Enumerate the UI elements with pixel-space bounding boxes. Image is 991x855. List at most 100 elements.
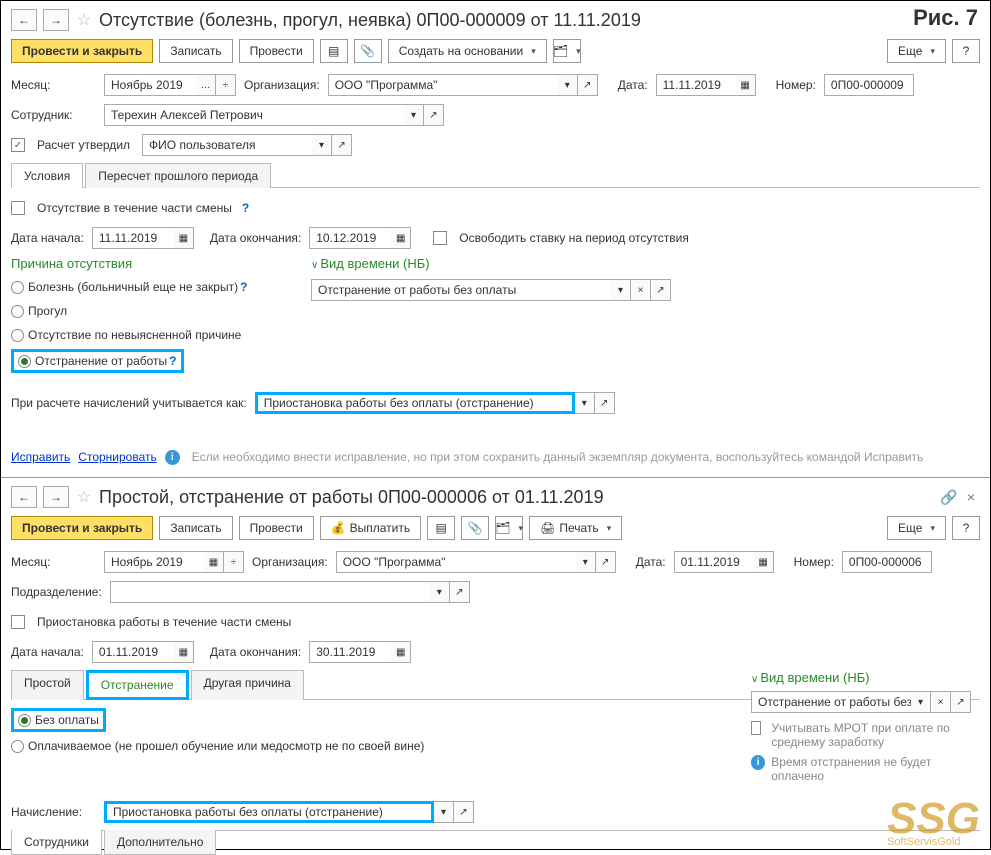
star-icon[interactable]: ☆	[75, 488, 93, 506]
org-input[interactable]: ООО "Программа"	[328, 74, 558, 96]
print-button[interactable]: 🖨Печать	[529, 516, 622, 540]
time-type-input[interactable]: Отстранение от работы без оплаты	[311, 279, 611, 301]
approver-input[interactable]: ФИО пользователя	[142, 134, 312, 156]
employee-dropdown[interactable]: ▾	[404, 104, 424, 126]
report-icon-button[interactable]: ▤	[320, 39, 348, 63]
save-button[interactable]: Записать	[159, 39, 232, 63]
more-button[interactable]: Еще	[887, 516, 946, 540]
tab-recalc[interactable]: Пересчет прошлого периода	[85, 163, 271, 188]
employee-input[interactable]: Терехин Алексей Петрович	[104, 104, 404, 126]
nav-forward-button[interactable]: →	[43, 9, 69, 31]
reverse-link[interactable]: Сторнировать	[78, 450, 156, 464]
nav-forward-button[interactable]: →	[43, 486, 69, 508]
reason-unknown-radio[interactable]	[11, 329, 24, 342]
org-input[interactable]: ООО "Программа"	[336, 551, 576, 573]
reason-suspension-radio[interactable]	[18, 355, 31, 368]
date-end-calendar[interactable]: ▦	[391, 641, 411, 663]
time-type-open[interactable]: ↗	[651, 279, 671, 301]
time-type-open[interactable]: ↗	[951, 691, 971, 713]
tab-other[interactable]: Другая причина	[191, 670, 304, 700]
folder-icon-button[interactable]: 🗂	[495, 516, 523, 540]
calc-as-open[interactable]: ↗	[595, 392, 615, 414]
link-icon[interactable]: 🔗	[940, 488, 958, 506]
org-open[interactable]: ↗	[596, 551, 616, 573]
nav-back-button[interactable]: ←	[11, 486, 37, 508]
number-input[interactable]: 0П00-000009	[824, 74, 914, 96]
approved-checkbox[interactable]: ✓	[11, 138, 25, 152]
date-start-calendar[interactable]: ▦	[174, 227, 194, 249]
tab-suspension[interactable]: Отстранение	[86, 670, 189, 700]
date-start-input[interactable]: 11.11.2019	[92, 227, 174, 249]
accrual-input[interactable]: Приостановка работы без оплаты (отстране…	[104, 801, 434, 823]
more-button[interactable]: Еще	[887, 39, 946, 63]
calc-as-dropdown[interactable]: ▾	[575, 392, 595, 414]
dept-dropdown[interactable]: ▾	[430, 581, 450, 603]
number-input[interactable]: 0П00-000006	[842, 551, 932, 573]
attach-icon-button[interactable]: 📎	[354, 39, 382, 63]
help-icon[interactable]: ?	[242, 201, 249, 215]
month-stepper[interactable]: ÷	[216, 74, 236, 96]
date-start-calendar[interactable]: ▦	[174, 641, 194, 663]
calc-as-input[interactable]: Приостановка работы без оплаты (отстране…	[255, 392, 575, 414]
date-end-input[interactable]: 30.11.2019	[309, 641, 391, 663]
month-input[interactable]: Ноябрь 2019	[104, 74, 196, 96]
date-end-input[interactable]: 10.12.2019	[309, 227, 391, 249]
report-icon-button[interactable]: ▤	[427, 516, 455, 540]
reason-absence-radio[interactable]	[11, 305, 24, 318]
help-icon[interactable]: ?	[240, 280, 247, 294]
reason-illness-radio[interactable]	[11, 281, 24, 294]
time-type-dropdown[interactable]: ▾	[911, 691, 931, 713]
dept-open[interactable]: ↗	[450, 581, 470, 603]
folder-icon-button[interactable]: 🗂	[553, 39, 581, 63]
date-calendar[interactable]: ▦	[754, 551, 774, 573]
attach-icon-button[interactable]: 📎	[461, 516, 489, 540]
free-rate-checkbox[interactable]	[433, 231, 447, 245]
post-and-close-button[interactable]: Провести и закрыть	[11, 516, 153, 540]
org-dropdown[interactable]: ▾	[558, 74, 578, 96]
approver-open[interactable]: ↗	[332, 134, 352, 156]
month-choose-button[interactable]: …	[196, 74, 216, 96]
pay-button[interactable]: 💰Выплатить	[320, 516, 421, 540]
paid-radio[interactable]	[11, 740, 24, 753]
star-icon[interactable]: ☆	[75, 11, 93, 29]
nav-back-button[interactable]: ←	[11, 9, 37, 31]
employee-open[interactable]: ↗	[424, 104, 444, 126]
post-button[interactable]: Провести	[239, 516, 314, 540]
date-calendar[interactable]: ▦	[736, 74, 756, 96]
time-type-clear[interactable]: ×	[631, 279, 651, 301]
partial-shift-checkbox[interactable]	[11, 615, 25, 629]
date-input[interactable]: 11.11.2019	[656, 74, 736, 96]
time-type-dropdown[interactable]: ▾	[611, 279, 631, 301]
org-open[interactable]: ↗	[578, 74, 598, 96]
date-input[interactable]: 01.11.2019	[674, 551, 754, 573]
help-button[interactable]: ?	[952, 516, 980, 540]
help-icon[interactable]: ?	[169, 354, 176, 368]
accrual-dropdown[interactable]: ▾	[434, 801, 454, 823]
approver-dropdown[interactable]: ▾	[312, 134, 332, 156]
post-button[interactable]: Провести	[239, 39, 314, 63]
tab-conditions[interactable]: Условия	[11, 163, 83, 188]
month-input[interactable]: Ноябрь 2019	[104, 551, 204, 573]
time-type-clear[interactable]: ×	[931, 691, 951, 713]
date-start-input[interactable]: 01.11.2019	[92, 641, 174, 663]
month-stepper[interactable]: ÷	[224, 551, 244, 573]
post-and-close-button[interactable]: Провести и закрыть	[11, 39, 153, 63]
partial-shift-checkbox[interactable]	[11, 201, 25, 215]
date-end-calendar[interactable]: ▦	[391, 227, 411, 249]
tab-simple[interactable]: Простой	[11, 670, 84, 700]
time-type-input[interactable]: Отстранение от работы без опл	[751, 691, 911, 713]
help-button[interactable]: ?	[952, 39, 980, 63]
save-button[interactable]: Записать	[159, 516, 232, 540]
unpaid-radio[interactable]	[18, 714, 31, 727]
create-on-basis-button[interactable]: Создать на основании	[388, 39, 547, 63]
partial-shift-label: Приостановка работы в течение части смен…	[37, 615, 291, 629]
month-calendar[interactable]: ▦	[204, 551, 224, 573]
dept-input[interactable]	[110, 581, 430, 603]
tab-extra[interactable]: Дополнительно	[104, 830, 216, 855]
accrual-open[interactable]: ↗	[454, 801, 474, 823]
org-dropdown[interactable]: ▾	[576, 551, 596, 573]
close-button[interactable]: ×	[962, 488, 980, 506]
fix-link[interactable]: Исправить	[11, 450, 70, 464]
tab-employees[interactable]: Сотрудники	[11, 830, 102, 855]
mrot-checkbox[interactable]	[751, 721, 761, 735]
